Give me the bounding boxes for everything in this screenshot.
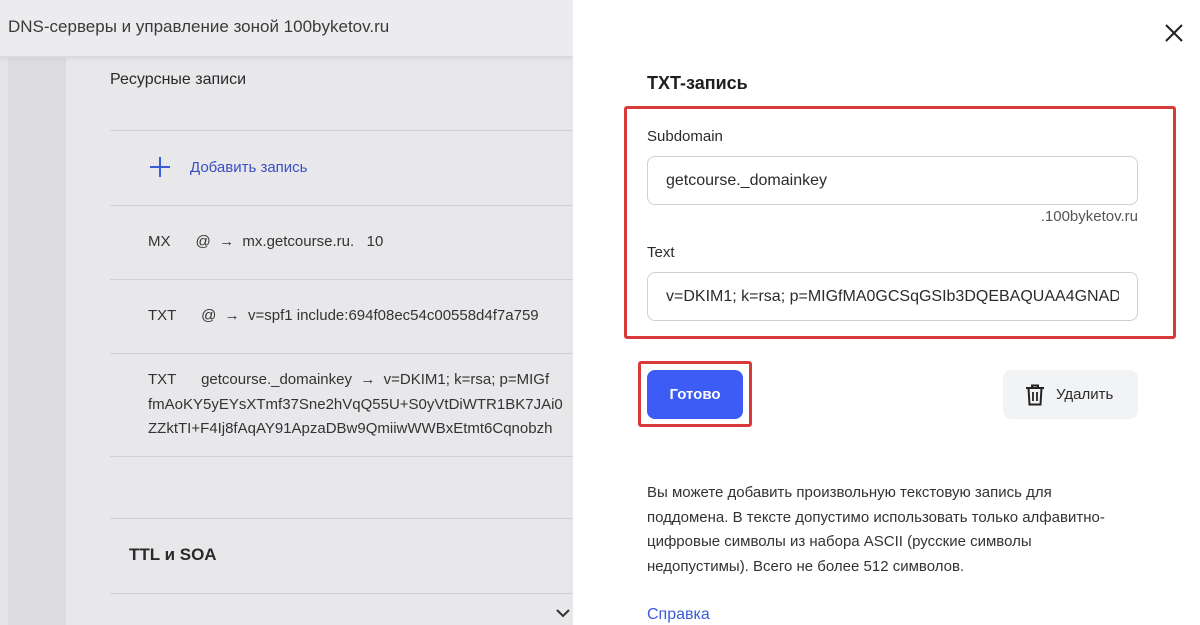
text-label: Text <box>647 244 675 261</box>
subdomain-label: Subdomain <box>647 128 723 145</box>
record-txt-dkim[interactable]: TXT getcourse._domainkey → v=DKIM1; k=rs… <box>148 368 563 442</box>
delete-button[interactable]: Удалить <box>1003 370 1138 419</box>
record-mx[interactable]: MX @ → mx.getcourse.ru. 10 <box>148 231 383 253</box>
record-txt-spf[interactable]: TXT @ → v=spf1 include:694f08ec54c00558d… <box>148 305 539 327</box>
divider <box>110 593 573 594</box>
record-line: TXT getcourse._domainkey → v=DKIM1; k=rs… <box>148 371 550 388</box>
divider <box>110 353 573 354</box>
page-header: DNS-серверы и управление зоной 100byketo… <box>0 0 573 57</box>
plus-icon <box>148 155 172 179</box>
divider <box>110 205 573 206</box>
record-line: TXT @ → v=spf1 include:694f08ec54c00558d… <box>148 307 539 324</box>
panel-title: TXT-запись <box>647 73 748 93</box>
chevron-down-icon[interactable] <box>555 606 571 622</box>
trash-icon <box>1026 384 1044 405</box>
record-line: fmAoKY5yEYsXTmf37Sne2hVqQ55U+S0yVtDiWTR1… <box>148 395 563 413</box>
records-section-title: Ресурсные записи <box>110 71 247 88</box>
done-button[interactable]: Готово <box>647 370 743 419</box>
add-record-label: Добавить запись <box>190 158 308 176</box>
subdomain-input[interactable] <box>647 156 1138 205</box>
divider <box>110 279 573 280</box>
divider <box>110 456 573 457</box>
help-link[interactable]: Справка <box>647 606 710 624</box>
divider <box>110 130 573 131</box>
text-input[interactable] <box>647 272 1138 321</box>
help-description: Вы можете добавить произвольную текстову… <box>647 484 1105 575</box>
left-nav-edge <box>0 58 8 625</box>
delete-button-label: Удалить <box>1056 386 1114 403</box>
add-record-button[interactable]: Добавить запись <box>148 155 308 179</box>
close-icon[interactable] <box>1163 22 1185 44</box>
page-title: DNS-серверы и управление зоной 100byketo… <box>8 17 390 36</box>
ttl-section-title: TTL и SOA <box>129 545 217 564</box>
domain-suffix: .100byketov.ru <box>1040 208 1138 225</box>
left-nav-strip <box>0 58 66 625</box>
record-line: MX @ → mx.getcourse.ru. 10 <box>148 233 384 250</box>
records-card <box>66 58 573 625</box>
record-line: ZZktTI+F4Ij8fAqAY91ApzaDBw9QmiiwWWBxEtmt… <box>148 420 553 437</box>
divider <box>110 518 573 519</box>
